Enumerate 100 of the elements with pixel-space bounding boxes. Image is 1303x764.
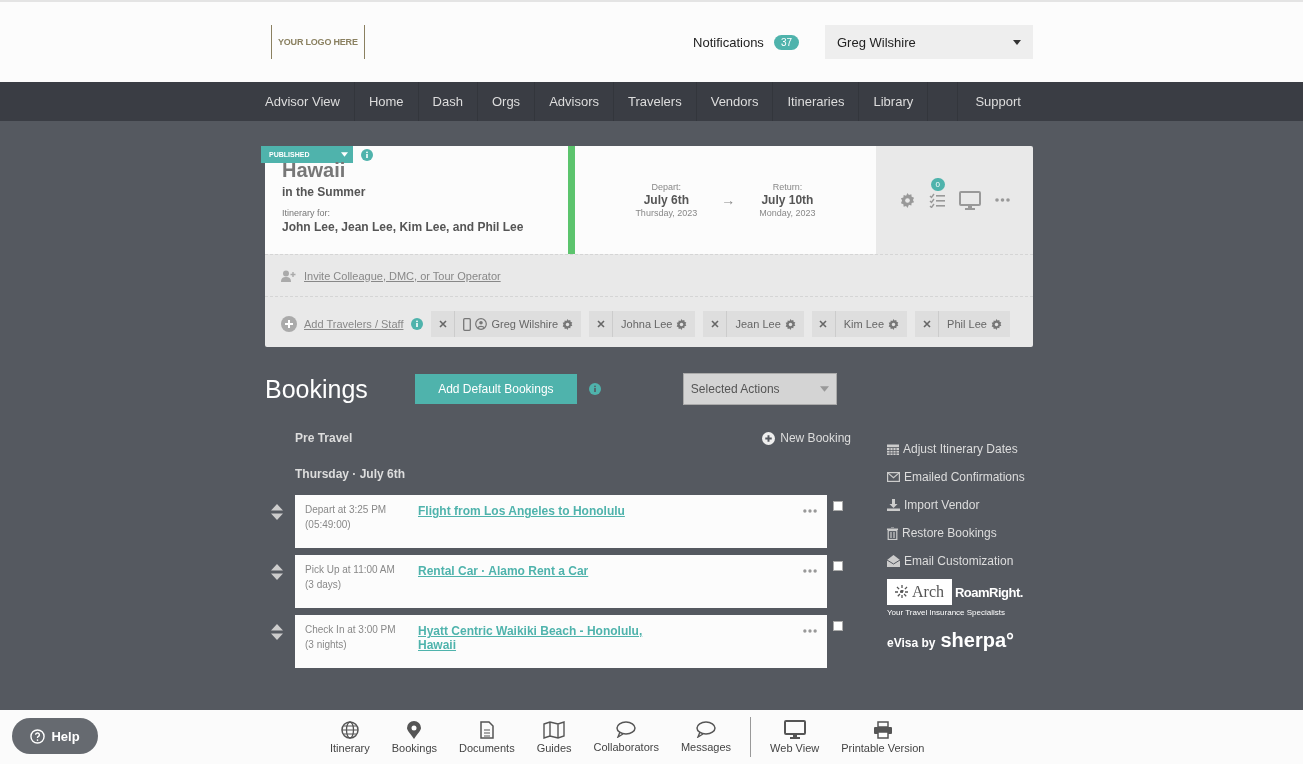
user-dropdown[interactable]: Greg Wilshire bbox=[825, 25, 1033, 59]
nav-link[interactable]: Support bbox=[957, 82, 1033, 121]
more-icon[interactable] bbox=[803, 569, 817, 573]
roamright-logo: RoamRight. bbox=[955, 584, 1023, 600]
info-icon[interactable] bbox=[411, 318, 424, 330]
travelers-list: John Lee, Jean Lee, Kim Lee, and Phil Lee bbox=[282, 220, 568, 234]
notifications-count: 37 bbox=[773, 34, 799, 50]
settings-icon[interactable] bbox=[990, 318, 1002, 330]
globe-icon bbox=[340, 720, 359, 739]
return-day: Monday, 2023 bbox=[759, 208, 816, 218]
depart-date: July 6th bbox=[643, 193, 689, 207]
selected-actions-dropdown[interactable]: Selected Actions bbox=[682, 373, 837, 405]
more-icon[interactable] bbox=[803, 629, 817, 633]
info-icon[interactable] bbox=[588, 383, 601, 395]
checkbox[interactable] bbox=[833, 501, 843, 511]
add-icon bbox=[762, 431, 776, 445]
caret-icon bbox=[1013, 39, 1021, 45]
depart-day: Thursday, 2023 bbox=[635, 208, 698, 218]
user-circle-icon bbox=[475, 318, 488, 330]
trash-icon bbox=[887, 526, 898, 540]
nav-link[interactable]: Advisor View bbox=[265, 82, 355, 121]
nav-link[interactable]: Advisors bbox=[535, 82, 614, 121]
side-action-link[interactable]: Import Vendor bbox=[887, 491, 1025, 519]
depart-label: Depart: bbox=[651, 182, 682, 192]
booking-time: Pick Up at 11:00 AM bbox=[305, 564, 396, 575]
more-icon[interactable] bbox=[994, 198, 1010, 202]
side-action-link[interactable]: Adjust Itinerary Dates bbox=[887, 435, 1025, 463]
nav-link[interactable]: Travelers bbox=[614, 82, 697, 121]
add-icon[interactable] bbox=[281, 316, 297, 332]
footer-tab[interactable]: Documents bbox=[448, 720, 526, 754]
new-booking-link[interactable]: New Booking bbox=[762, 431, 851, 445]
question-icon bbox=[30, 728, 46, 744]
checkbox[interactable] bbox=[833, 621, 843, 631]
checklist-icon[interactable] bbox=[928, 192, 945, 208]
settings-icon[interactable] bbox=[562, 318, 574, 330]
tasks-count: 0 bbox=[930, 177, 945, 191]
settings-icon[interactable] bbox=[899, 192, 915, 208]
close-icon bbox=[711, 320, 719, 328]
printer-icon bbox=[872, 720, 893, 739]
traveler-name: Kim Lee bbox=[843, 318, 885, 330]
nav-link[interactable]: Itineraries bbox=[773, 82, 860, 121]
side-action-link[interactable]: Email Customization bbox=[887, 547, 1025, 575]
nav-link[interactable]: Dash bbox=[418, 82, 478, 121]
itinerary-for-label: Itinerary for: bbox=[282, 208, 331, 218]
notifications-link[interactable]: Notifications bbox=[693, 34, 764, 50]
download-icon bbox=[887, 499, 900, 511]
nav-link[interactable]: Orgs bbox=[477, 82, 536, 121]
footer-tab[interactable]: Itinerary bbox=[330, 720, 381, 754]
booking-duration: (05:49:00) bbox=[305, 519, 352, 530]
drag-handle-icon[interactable] bbox=[271, 624, 283, 640]
nav-link[interactable]: Home bbox=[354, 82, 419, 121]
traveler-name: Phil Lee bbox=[947, 318, 987, 330]
add-user-icon bbox=[281, 269, 297, 282]
evisa-label: eVisa by bbox=[887, 636, 936, 650]
speech-bubble-icon bbox=[616, 721, 637, 738]
help-button[interactable]: Help bbox=[12, 718, 98, 754]
day-heading: Thursday · July 6th bbox=[294, 467, 407, 481]
footer-tab[interactable]: Messages bbox=[669, 721, 743, 753]
booking-time: Depart at 3:25 PM bbox=[305, 504, 388, 515]
document-icon bbox=[479, 720, 494, 739]
speech-bubble-icon bbox=[696, 721, 716, 738]
booking-time: Check In at 3:00 PM bbox=[305, 624, 397, 635]
monitor-icon bbox=[783, 720, 806, 739]
map-icon bbox=[543, 720, 566, 739]
traveler-name: Jean Lee bbox=[735, 318, 781, 330]
checkbox[interactable] bbox=[833, 561, 843, 571]
more-icon[interactable] bbox=[803, 509, 817, 513]
envelope-icon bbox=[887, 472, 900, 482]
return-label: Return: bbox=[772, 182, 803, 192]
open-envelope-icon bbox=[887, 555, 900, 567]
footer-tab[interactable]: Collaborators bbox=[582, 721, 670, 753]
bookings-heading: Bookings bbox=[265, 374, 368, 404]
footer-tab[interactable]: Web View bbox=[759, 720, 831, 754]
arrow-text: → bbox=[721, 192, 736, 208]
drag-handle-icon[interactable] bbox=[271, 504, 283, 520]
side-action-link[interactable]: Emailed Confirmations bbox=[887, 463, 1025, 491]
footer-tab[interactable]: Printable Version bbox=[830, 720, 936, 754]
settings-icon[interactable] bbox=[676, 318, 688, 330]
phone-icon bbox=[463, 317, 472, 331]
starburst-icon bbox=[895, 585, 909, 599]
monitor-icon[interactable] bbox=[958, 190, 981, 210]
footer-tab[interactable]: Bookings bbox=[380, 720, 448, 754]
close-icon bbox=[922, 320, 931, 328]
pin-icon bbox=[407, 720, 422, 739]
logo-text: YOUR LOGO HERE bbox=[278, 37, 358, 47]
footer-tab[interactable]: Guides bbox=[525, 720, 583, 754]
side-action-link[interactable]: Restore Bookings bbox=[887, 519, 1025, 547]
info-icon[interactable] bbox=[361, 148, 373, 161]
arch-text: Arch bbox=[912, 583, 944, 601]
drag-handle-icon[interactable] bbox=[271, 564, 283, 580]
settings-icon[interactable] bbox=[784, 318, 796, 330]
traveler-name: Johna Lee bbox=[621, 318, 673, 330]
sherpa-logo: sherpa° bbox=[940, 629, 1015, 652]
section-heading: Pre Travel bbox=[295, 431, 353, 445]
booking-duration: (3 days) bbox=[305, 579, 343, 590]
caret-icon bbox=[341, 152, 348, 157]
settings-icon[interactable] bbox=[888, 318, 900, 330]
nav-link[interactable]: Library bbox=[859, 82, 929, 121]
nav-link[interactable]: Vendors bbox=[696, 82, 774, 121]
return-date: July 10th bbox=[761, 193, 814, 207]
